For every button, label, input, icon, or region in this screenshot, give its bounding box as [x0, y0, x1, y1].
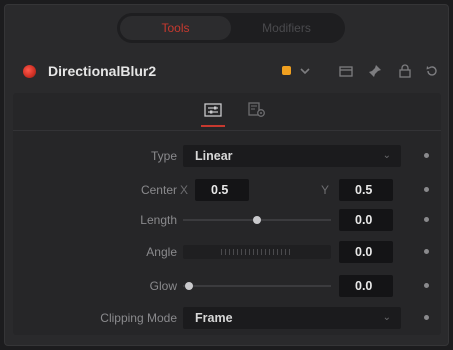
tab-settings[interactable] [242, 95, 272, 125]
controls-area: Type Linear ⌄ Center X 0.5 Y 0.5 Length … [13, 93, 441, 335]
keyframe-dot-icon[interactable] [424, 249, 429, 254]
center-x-axis-label: X [180, 183, 189, 197]
glow-label: Glow [149, 279, 177, 293]
tab-modifiers[interactable]: Modifiers [231, 16, 342, 40]
clipping-mode-value: Frame [195, 311, 233, 325]
controls-icon [204, 103, 222, 117]
glow-field[interactable]: 0.0 [339, 275, 393, 297]
keyframe-dot-icon[interactable] [424, 283, 429, 288]
tab-controls[interactable] [198, 95, 228, 127]
angle-field[interactable]: 0.0 [339, 241, 393, 263]
tool-color-chip[interactable] [282, 66, 291, 75]
angle-row: Angle 0.0 [13, 241, 441, 263]
center-label: Center [140, 183, 177, 197]
inspector-panel: Tools Modifiers DirectionalBlur2 Type Li… [4, 4, 449, 346]
chevron-down-icon: ⌄ [382, 150, 391, 161]
chevron-down-icon: ⌄ [382, 312, 391, 323]
length-field[interactable]: 0.0 [339, 209, 393, 231]
clipping-mode-row: Clipping Mode Frame ⌄ [13, 307, 441, 329]
keyframe-dot-icon[interactable] [424, 153, 429, 158]
inspector-tab-switch: Tools Modifiers [117, 13, 345, 43]
type-dropdown[interactable]: Linear ⌄ [183, 145, 401, 167]
clipping-mode-label: Clipping Mode [100, 311, 177, 325]
glow-row: Glow 0.0 [13, 275, 441, 297]
settings-page-icon [248, 102, 265, 117]
tool-header: DirectionalBlur2 [5, 51, 448, 91]
angle-thumbwheel[interactable] [183, 245, 331, 259]
type-label: Type [150, 149, 177, 163]
glow-slider-handle[interactable] [185, 282, 193, 290]
lock-icon[interactable] [397, 63, 413, 79]
angle-label: Angle [146, 245, 177, 259]
type-value: Linear [195, 149, 233, 163]
center-y-field[interactable]: 0.5 [339, 179, 393, 201]
length-row: Length 0.0 [13, 209, 441, 231]
tool-enable-icon[interactable] [23, 65, 36, 78]
length-slider-handle[interactable] [253, 216, 261, 224]
tool-title[interactable]: DirectionalBlur2 [48, 63, 156, 79]
keyframe-dot-icon[interactable] [424, 315, 429, 320]
length-slider[interactable] [183, 216, 331, 224]
control-page-tabs [198, 95, 272, 127]
clipping-mode-dropdown[interactable]: Frame ⌄ [183, 307, 401, 329]
center-x-field[interactable]: 0.5 [195, 179, 249, 201]
length-label: Length [140, 213, 177, 227]
reset-icon[interactable] [424, 63, 440, 79]
version-icon[interactable] [338, 63, 354, 79]
keyframe-dot-icon[interactable] [424, 187, 429, 192]
chevron-down-icon[interactable] [297, 63, 313, 79]
keyframe-dot-icon[interactable] [424, 217, 429, 222]
center-y-axis-label: Y [321, 183, 330, 197]
pin-icon[interactable] [367, 63, 383, 79]
glow-slider[interactable] [183, 282, 331, 290]
center-row: Center X 0.5 Y 0.5 [13, 179, 441, 201]
tab-tools[interactable]: Tools [120, 16, 231, 40]
divider [13, 130, 441, 131]
type-row: Type Linear ⌄ [13, 145, 441, 167]
